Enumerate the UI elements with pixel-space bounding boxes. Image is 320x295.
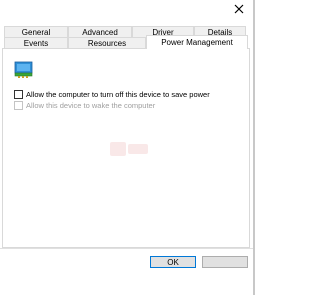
window-edge bbox=[253, 0, 255, 295]
tab-power-management[interactable]: Power Management bbox=[146, 35, 248, 49]
network-adapter-icon bbox=[14, 60, 34, 80]
allow-wake-label: Allow this device to wake the computer bbox=[26, 101, 156, 110]
ok-button[interactable]: OK bbox=[150, 256, 196, 268]
cancel-button[interactable] bbox=[202, 256, 248, 268]
option-allow-turn-off[interactable]: Allow the computer to turn off this devi… bbox=[14, 90, 210, 99]
watermark-logo bbox=[110, 140, 150, 162]
option-allow-wake: Allow this device to wake the computer bbox=[14, 101, 155, 110]
close-icon bbox=[234, 4, 244, 14]
close-button[interactable] bbox=[227, 0, 251, 18]
allow-turn-off-checkbox[interactable] bbox=[14, 90, 23, 99]
footer-divider bbox=[0, 248, 253, 249]
device-properties-dialog: General Advanced Driver Details Events R… bbox=[0, 0, 255, 295]
allow-turn-off-label: Allow the computer to turn off this devi… bbox=[26, 90, 210, 99]
allow-wake-checkbox bbox=[14, 101, 23, 110]
